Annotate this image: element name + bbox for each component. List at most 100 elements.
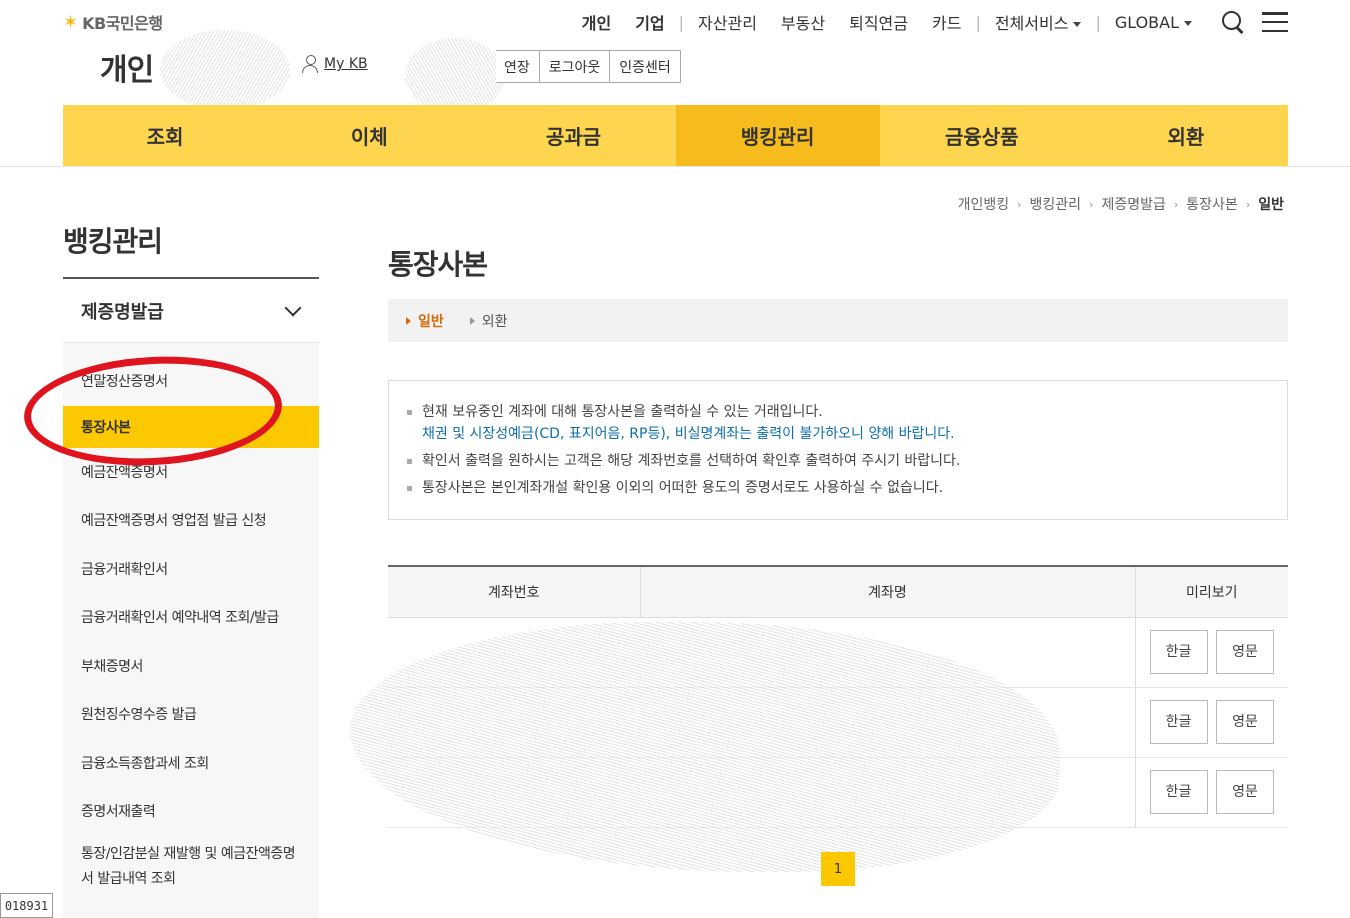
breadcrumb-item[interactable]: 제증명발급 [1097, 194, 1169, 214]
header-divider [0, 166, 1350, 167]
divider: | [1095, 12, 1101, 32]
notice-text: 통장사본은 본인계좌개설 확인용 이외의 어떠한 용도의 증명서로도 사용하실 … [422, 480, 944, 496]
chevron-right-icon: › [1089, 197, 1094, 211]
topnav-card[interactable]: 카드 [920, 10, 973, 34]
topnav-pension[interactable]: 퇴직연금 [837, 10, 920, 34]
table-row: 한글 영문 [388, 617, 1288, 688]
preview-english-button[interactable]: 영문 [1215, 700, 1274, 744]
sidebar-item-withholding-receipt[interactable]: 원천징수영수증 발급 [63, 690, 319, 739]
divider: | [975, 12, 981, 32]
breadcrumb-current: 일반 [1258, 197, 1284, 213]
logo-text: KB국민은행 [82, 14, 163, 33]
tab-bar: 일반 외환 [388, 299, 1288, 342]
global-label: GLOBAL [1114, 12, 1179, 32]
extend-session-button[interactable]: 연장 [496, 50, 540, 83]
all-services-label: 전체서비스 [994, 14, 1069, 33]
topnav-corporate[interactable]: 기업 [623, 10, 676, 34]
sidebar-title: 뱅킹관리 [63, 225, 163, 258]
breadcrumb-item[interactable]: 통장사본 [1182, 194, 1242, 214]
sidebar-item-debt-cert[interactable]: 부채증명서 [63, 642, 319, 691]
gnb-utility[interactable]: 공과금 [471, 105, 675, 166]
preview-english-button[interactable]: 영문 [1215, 630, 1274, 674]
masked-user-name [160, 30, 290, 110]
topnav-all-services[interactable]: 전체서비스 [983, 10, 1094, 34]
account-name-cell [640, 687, 1135, 758]
notice-text: 확인서 출력을 원하시는 고객은 해당 계좌번호를 선택하여 확인후 출력하여 … [422, 453, 961, 469]
chevron-down-icon [284, 299, 302, 316]
sidebar-item-passbook-copy[interactable]: 통장사본 [63, 405, 319, 448]
preview-korean-button[interactable]: 한글 [1149, 700, 1208, 744]
topnav-global[interactable]: GLOBAL [1103, 13, 1204, 32]
chevron-right-icon: › [1245, 197, 1251, 211]
sidebar-group-toggle[interactable]: 제증명발급 [63, 279, 319, 343]
col-account-name: 계좌명 [639, 565, 1135, 618]
sidebar-item-balance-cert-branch[interactable]: 예금잔액증명서 영업점 발급 신청 [63, 496, 319, 545]
topnav-personal[interactable]: 개인 [570, 10, 623, 34]
tab-foreign[interactable]: 외환 [469, 311, 508, 331]
page-title: 통장사본 [388, 248, 488, 281]
sidebar-item-reissue-history[interactable]: 통장/인감분실 재발행 및 예금잔액증명서 발급내역 조회 [63, 836, 319, 892]
tab-general[interactable]: 일반 [406, 311, 444, 331]
table-header-row: 계좌번호 계좌명 미리보기 [388, 565, 1288, 618]
account-name-cell [640, 757, 1135, 828]
sidebar: 제증명발급 연말정산증명서 통장사본 예금잔액증명서 예금잔액증명서 영업점 발… [63, 277, 319, 918]
chevron-right-icon: › [1017, 197, 1022, 211]
gnb-banking-management[interactable]: 뱅킹관리 [675, 105, 880, 166]
preview-cell: 한글 영문 [1134, 687, 1288, 758]
col-preview: 미리보기 [1134, 565, 1288, 618]
triangle-right-icon [469, 316, 475, 325]
sidebar-list: 연말정산증명서 통장사본 예금잔액증명서 예금잔액증명서 영업점 발급 신청 금… [63, 343, 319, 892]
table-row: 한글 영문 [388, 757, 1288, 828]
kb-star-icon: ✶ [63, 11, 79, 33]
sidebar-group-label: 제증명발급 [81, 301, 164, 323]
sidebar-item-reprint[interactable]: 증명서재출력 [63, 787, 319, 836]
preview-cell: 한글 영문 [1134, 617, 1288, 688]
sidebar-item-financial-income-tax[interactable]: 금융소득종합과세 조회 [63, 739, 319, 788]
notice-item: 확인서 출력을 원하시는 고객은 해당 계좌번호를 선택하여 확인후 출력하여 … [407, 450, 1287, 472]
sidebar-item-transaction-cert[interactable]: 금융거래확인서 [63, 545, 319, 594]
gnb-transfer[interactable]: 이체 [267, 105, 471, 166]
account-number-cell [388, 617, 640, 688]
breadcrumb-item[interactable]: 뱅킹관리 [1026, 194, 1086, 214]
gnb-products[interactable]: 금융상품 [880, 105, 1084, 166]
logout-button[interactable]: 로그아웃 [538, 50, 611, 83]
sidebar-item-transaction-cert-reservation[interactable]: 금융거래확인서 예약내역 조회/발급 [63, 593, 319, 642]
cert-center-button[interactable]: 인증센터 [609, 50, 681, 83]
bullet [407, 459, 412, 464]
preview-korean-button[interactable]: 한글 [1149, 630, 1208, 674]
gnb-fx[interactable]: 외환 [1084, 105, 1288, 166]
breadcrumb: 개인뱅킹 › 뱅킹관리 › 제증명발급 › 통장사본 › 일반 [954, 194, 1288, 214]
search-icon[interactable] [1222, 11, 1244, 33]
bullet [407, 486, 412, 491]
caret-down-icon [1073, 22, 1082, 27]
sidebar-item-year-end-tax[interactable]: 연말정산증명서 [63, 357, 319, 406]
corner-tag: 018931 [0, 893, 53, 918]
menu-icon[interactable] [1262, 12, 1288, 32]
triangle-right-icon [406, 316, 411, 325]
pagination-page[interactable]: 1 [821, 852, 855, 886]
account-name-cell [640, 617, 1135, 688]
user-icon [302, 55, 318, 73]
preview-english-button[interactable]: 영문 [1215, 770, 1274, 814]
account-number-cell [388, 687, 640, 758]
kb-logo[interactable]: ✶ KB국민은행 [63, 10, 163, 34]
main-nav: 조회 이체 공과금 뱅킹관리 금융상품 외환 [63, 105, 1288, 166]
gnb-inquiry[interactable]: 조회 [63, 105, 267, 166]
topnav-asset[interactable]: 자산관리 [686, 10, 769, 34]
col-account-number: 계좌번호 [388, 565, 640, 618]
tab-foreign-label: 외환 [481, 313, 508, 330]
topnav-realestate[interactable]: 부동산 [769, 10, 837, 34]
notice-subtext: 채권 및 시장성예금(CD, 표지어음, RP등), 비실명계좌는 출력이 불가… [422, 426, 955, 442]
bullet [407, 410, 412, 415]
preview-cell: 한글 영문 [1134, 757, 1288, 828]
notice-box: 현재 보유중인 계좌에 대해 통장사본을 출력하실 수 있는 거래입니다. 채권… [388, 380, 1288, 520]
mykb-link[interactable]: My KB [302, 55, 368, 73]
sidebar-item-balance-cert[interactable]: 예금잔액증명서 [63, 448, 319, 497]
notice-item: 통장사본은 본인계좌개설 확인용 이외의 어떠한 용도의 증명서로도 사용하실 … [407, 477, 1287, 499]
divider: | [678, 12, 685, 32]
account-table: 계좌번호 계좌명 미리보기 한글 영문 한글 영문 한글 영문 [388, 565, 1288, 828]
breadcrumb-item[interactable]: 개인뱅킹 [954, 194, 1014, 214]
chevron-right-icon: › [1173, 197, 1179, 211]
preview-korean-button[interactable]: 한글 [1149, 770, 1208, 814]
account-number-cell [388, 757, 640, 828]
